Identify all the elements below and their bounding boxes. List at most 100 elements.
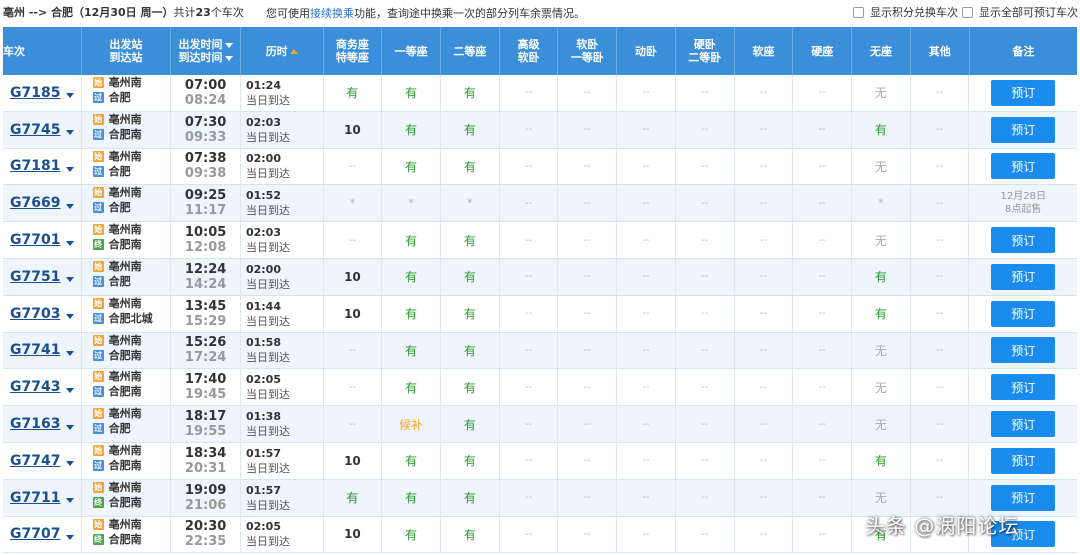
seat-availability: --: [583, 528, 591, 540]
seat-cell: --: [676, 185, 735, 222]
expand-stops-icon[interactable]: [66, 277, 75, 283]
duration-cell: 02:03 当日到达: [241, 222, 324, 258]
seat-cell[interactable]: 有: [324, 75, 383, 111]
seat-availability: --: [524, 234, 533, 246]
table-row: G7669 始亳州南 过合肥 09:25 11:17 01:52 当日到达 * * * -- --…: [3, 185, 1077, 223]
expand-stops-icon[interactable]: [66, 314, 75, 320]
seat-cell[interactable]: 10: [324, 258, 383, 295]
seat-cell: --: [793, 258, 853, 295]
header-time[interactable]: 出发时间 到达时间: [171, 27, 241, 75]
train-number-link[interactable]: G7701: [10, 232, 60, 248]
points-checkbox[interactable]: [853, 6, 864, 18]
expand-stops-icon[interactable]: [66, 93, 75, 99]
seat-cell[interactable]: 有: [441, 332, 500, 369]
expand-stops-icon[interactable]: [66, 498, 75, 504]
train-number-link[interactable]: G7669: [10, 195, 60, 211]
book-button[interactable]: 预订: [991, 116, 1056, 143]
seat-cell[interactable]: 有: [382, 516, 442, 553]
expand-stops-icon[interactable]: [66, 534, 75, 540]
seat-cell[interactable]: 有: [852, 258, 911, 295]
seat-cell[interactable]: 10: [324, 516, 383, 553]
seat-availability: --: [818, 492, 826, 504]
start-station-icon: 始: [92, 444, 104, 456]
seat-cell[interactable]: 有: [441, 442, 500, 479]
seat-cell[interactable]: 候补: [382, 406, 442, 442]
seat-cell[interactable]: 有: [441, 295, 500, 332]
book-button[interactable]: 预订: [991, 227, 1056, 254]
train-number-link[interactable]: G7711: [10, 490, 60, 506]
expand-stops-icon[interactable]: [66, 130, 75, 136]
seat-cell[interactable]: 有: [852, 295, 911, 332]
arrival-day: 当日到达: [245, 535, 290, 549]
seat-cell[interactable]: 10: [324, 442, 383, 479]
train-number-link[interactable]: G7743: [10, 379, 60, 395]
seat-cell[interactable]: 有: [382, 148, 442, 185]
train-number-link[interactable]: G7747: [10, 453, 60, 469]
seat-cell: --: [617, 332, 676, 369]
seat-cell[interactable]: 有: [441, 369, 500, 406]
seat-cell[interactable]: 有: [441, 406, 500, 442]
seat-cell[interactable]: 有: [382, 295, 442, 332]
expand-stops-icon[interactable]: [66, 203, 75, 209]
time-cell: 07:38 09:38: [171, 148, 241, 185]
seat-cell[interactable]: 有: [441, 111, 500, 148]
seat-cell[interactable]: 有: [324, 479, 383, 516]
seat-cell[interactable]: 有: [382, 479, 442, 516]
train-number-link[interactable]: G7703: [10, 306, 60, 322]
header-deluxe-sleeper: 高级 软卧: [500, 27, 559, 75]
book-button[interactable]: 预订: [991, 484, 1056, 511]
show-points-option[interactable]: 显示积分兑换车次: [853, 4, 958, 20]
expand-stops-icon[interactable]: [66, 461, 75, 467]
seat-cell[interactable]: 有: [382, 222, 442, 258]
start-station-icon: 始: [92, 187, 104, 199]
book-button[interactable]: 预订: [991, 79, 1056, 106]
book-button[interactable]: 预订: [991, 447, 1056, 474]
seat-cell[interactable]: 有: [382, 369, 442, 406]
train-number-link[interactable]: G7745: [10, 122, 60, 138]
seat-cell[interactable]: 有: [852, 442, 911, 479]
time-cell: 20:30 22:35: [171, 516, 241, 553]
train-number-link[interactable]: G7751: [10, 269, 60, 285]
seat-cell[interactable]: 有: [382, 111, 442, 148]
seat-cell: --: [324, 406, 383, 442]
book-button[interactable]: 预订: [991, 411, 1056, 438]
from-station: 亳州南: [108, 259, 142, 273]
train-number-link[interactable]: G7185: [10, 85, 60, 101]
seat-cell[interactable]: 有: [441, 258, 500, 295]
show-all-bookable-option[interactable]: 显示全部可预订车次: [962, 4, 1078, 20]
seat-cell[interactable]: 10: [324, 111, 383, 148]
seat-cell[interactable]: 有: [441, 479, 500, 516]
train-number-link[interactable]: G7163: [10, 416, 60, 432]
seat-cell[interactable]: 10: [324, 295, 383, 332]
expand-stops-icon[interactable]: [66, 387, 75, 393]
header-duration[interactable]: 历时: [241, 27, 324, 75]
seat-cell[interactable]: 有: [382, 332, 442, 369]
expand-stops-icon[interactable]: [66, 166, 75, 172]
header-note: 备注: [1012, 44, 1035, 58]
seat-cell[interactable]: 有: [382, 442, 442, 479]
seat-availability: --: [759, 87, 768, 99]
seat-cell[interactable]: 有: [382, 75, 442, 111]
seat-cell[interactable]: 有: [441, 148, 500, 185]
from-station: 亳州南: [108, 76, 142, 89]
seat-cell: *: [382, 185, 442, 222]
expand-stops-icon[interactable]: [66, 350, 75, 356]
seat-cell[interactable]: 有: [441, 516, 500, 553]
book-button[interactable]: 预订: [991, 153, 1056, 180]
train-number-link[interactable]: G7707: [10, 526, 60, 542]
expand-stops-icon[interactable]: [66, 240, 75, 246]
book-button[interactable]: 预订: [991, 374, 1056, 401]
book-button[interactable]: 预订: [991, 263, 1056, 290]
seat-cell[interactable]: 有: [441, 222, 500, 258]
book-button[interactable]: 预订: [991, 337, 1056, 364]
expand-stops-icon[interactable]: [66, 424, 75, 430]
bookable-checkbox[interactable]: [962, 6, 973, 18]
book-button[interactable]: 预订: [991, 300, 1056, 327]
train-number-link[interactable]: G7741: [10, 342, 60, 358]
transfer-link[interactable]: 接续换乘: [310, 7, 354, 20]
train-number-link[interactable]: G7181: [10, 158, 60, 174]
seat-cell[interactable]: 有: [382, 258, 442, 295]
seat-cell[interactable]: 有: [441, 75, 500, 111]
seat-cell[interactable]: 有: [852, 111, 911, 148]
train-number-cell: G7703: [3, 295, 82, 332]
